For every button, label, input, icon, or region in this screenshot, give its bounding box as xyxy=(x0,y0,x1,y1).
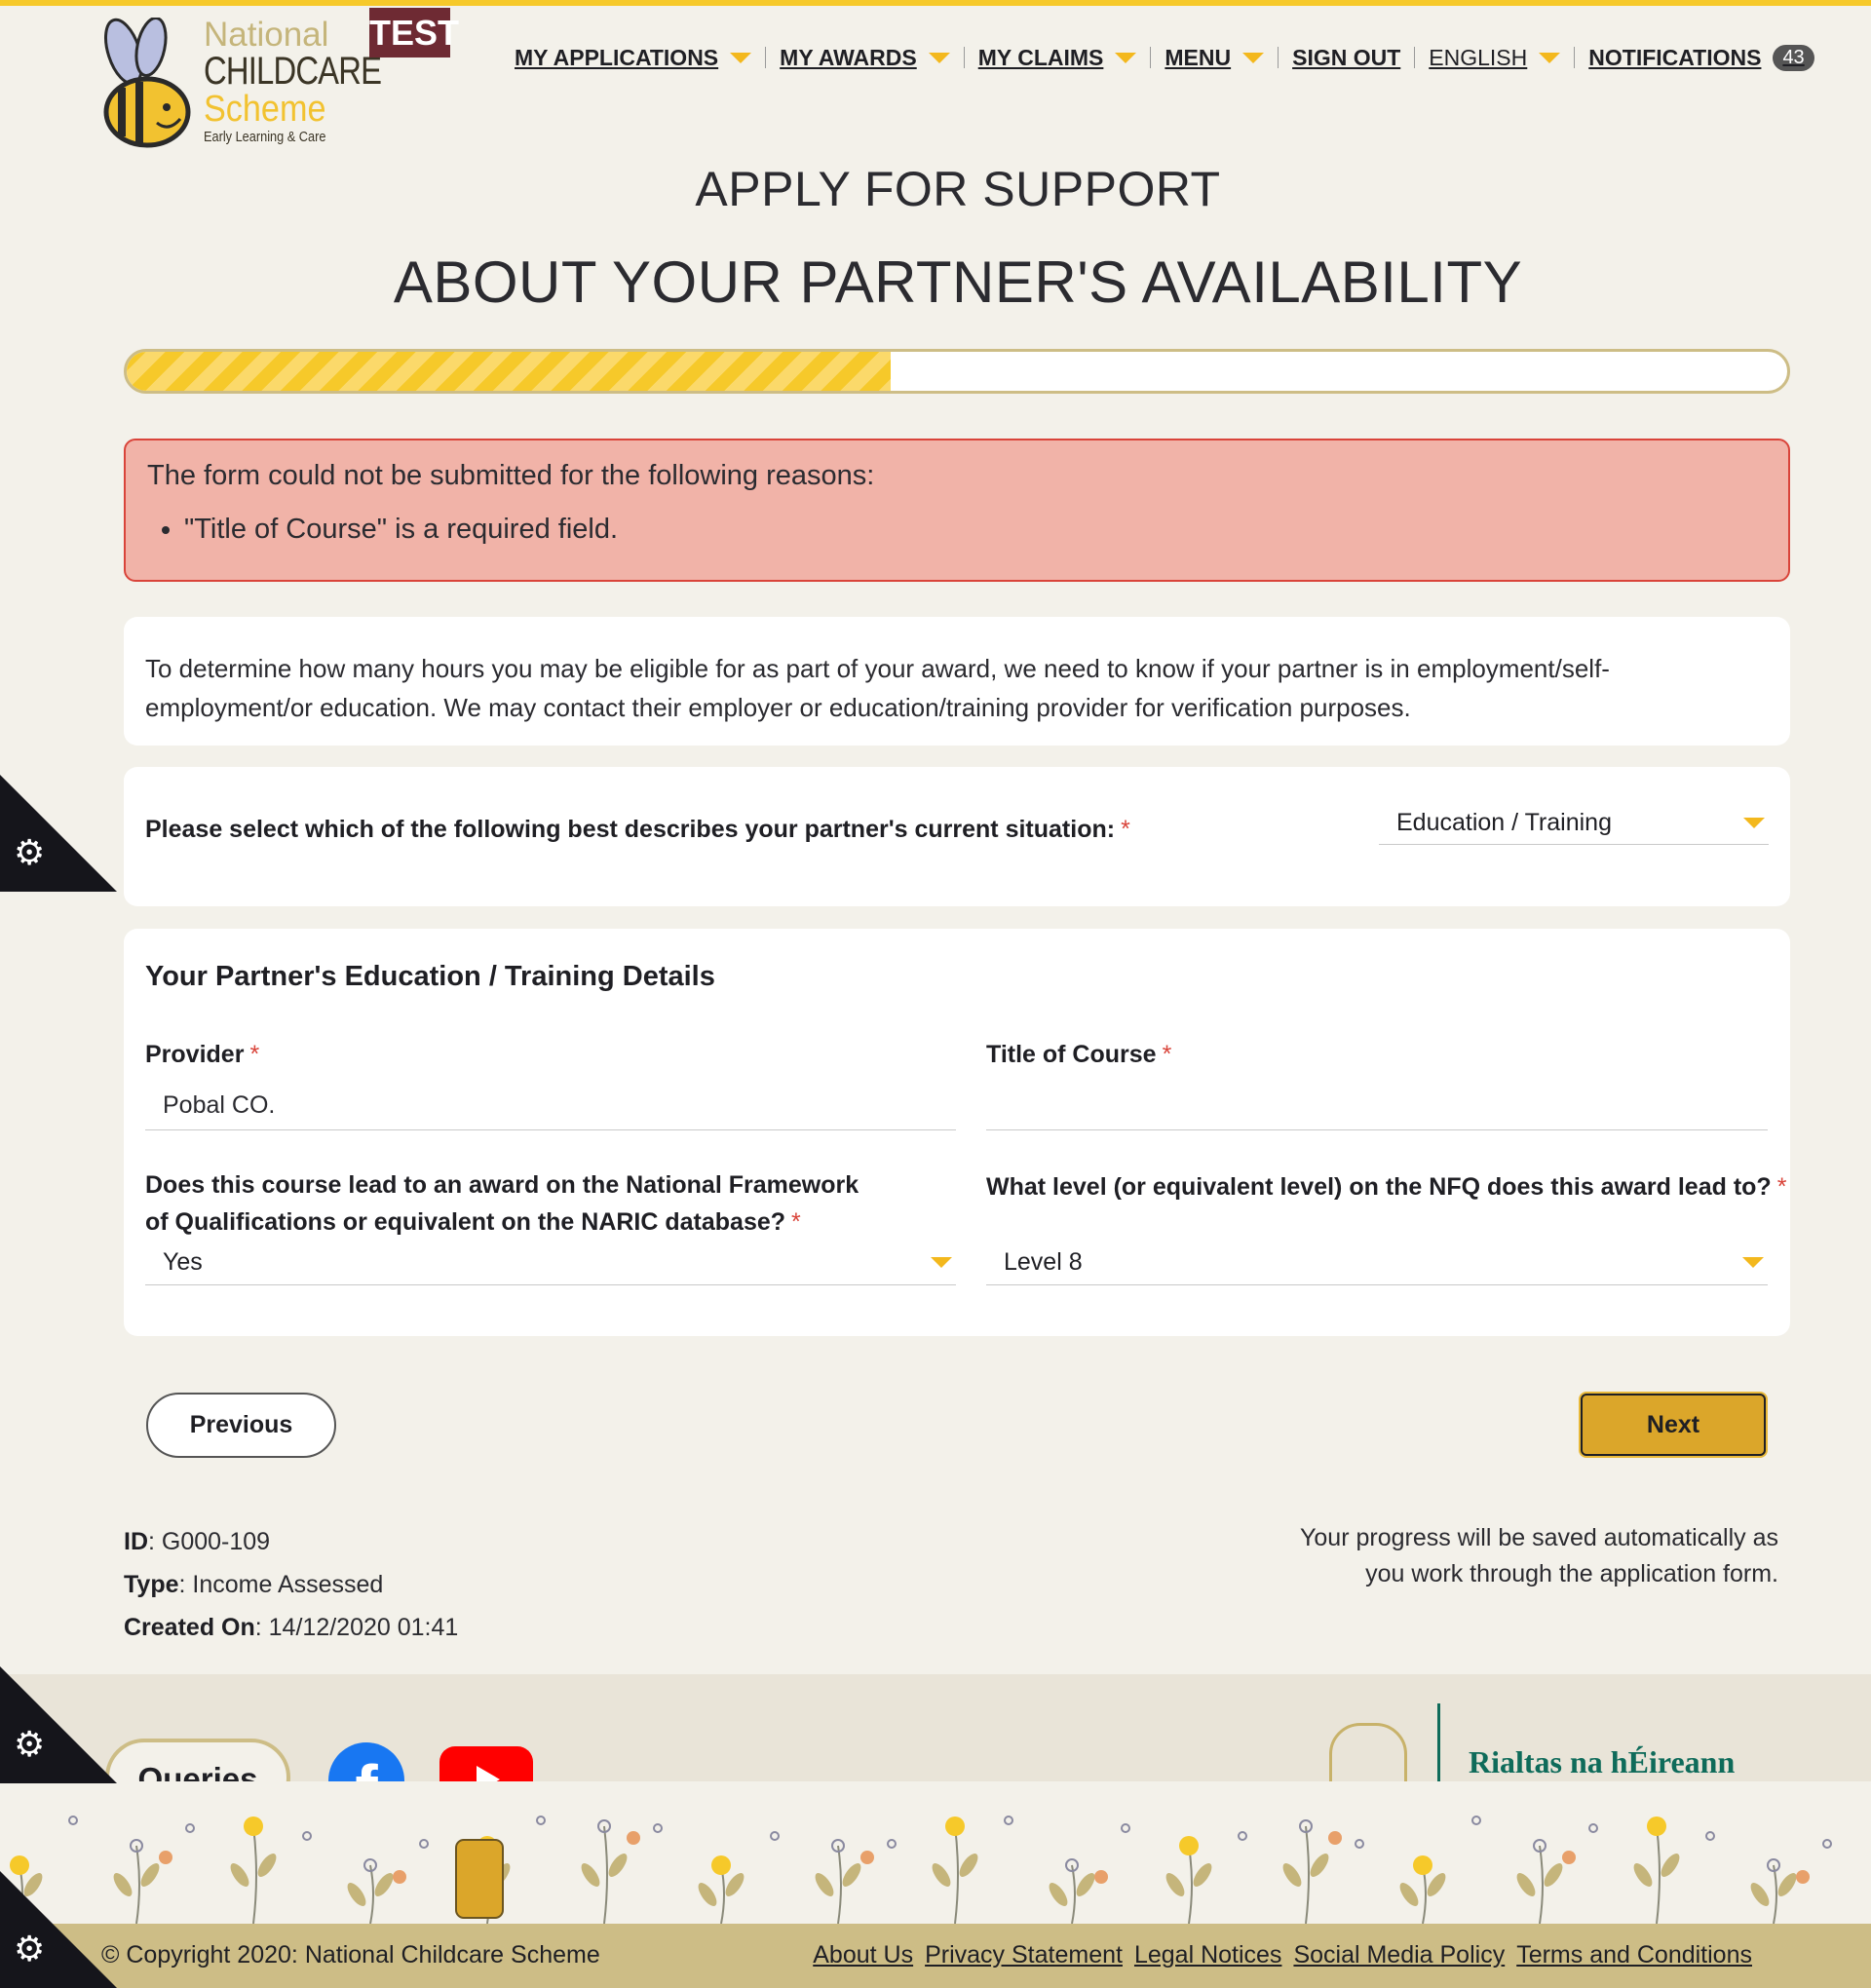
youtube-icon[interactable] xyxy=(439,1746,533,1781)
situation-select[interactable]: Education / Training xyxy=(1379,802,1769,845)
nav-divider xyxy=(963,47,965,68)
nav-language[interactable]: ENGLISH xyxy=(1429,45,1561,71)
nfq-level-label: What level (or equivalent level) on the … xyxy=(986,1173,1787,1201)
footer-link-legal-notices[interactable]: Legal Notices xyxy=(1134,1941,1281,1969)
progress-bar xyxy=(124,349,1790,394)
chevron-down-icon xyxy=(1539,52,1561,63)
gear-icon: ⚙ xyxy=(14,832,46,872)
flower-pattern-icon xyxy=(0,1816,1832,1924)
progress-bar-fill xyxy=(127,352,891,391)
gov-logo-divider xyxy=(1437,1703,1440,1781)
ncs-logo[interactable]: National CHILDCARE Scheme Early Learning… xyxy=(100,18,382,149)
top-accent-bar xyxy=(0,0,1871,6)
footer-band: Queries f Rialtas na hÉireann xyxy=(0,1674,1871,1781)
required-asterisk: * xyxy=(1162,1041,1172,1068)
education-details-card: Your Partner's Education / Training Deta… xyxy=(124,929,1790,1336)
application-id: ID: G000-109 xyxy=(124,1528,271,1555)
error-list: "Title of Course" is a required field. xyxy=(147,514,1767,546)
nfq-award-label: Does this course lead to an award on the… xyxy=(145,1171,859,1236)
nav-notifications[interactable]: NOTIFICATIONS 43 xyxy=(1588,44,1814,71)
government-of-ireland-logo: Rialtas na hÉireann xyxy=(1325,1703,1774,1781)
nav-menu[interactable]: MENU xyxy=(1165,45,1265,71)
accessibility-toggle[interactable]: ⚙ xyxy=(0,1871,117,1988)
nav-my-claims[interactable]: MY CLAIMS xyxy=(978,45,1137,71)
nav-divider xyxy=(1574,47,1576,68)
required-asterisk: * xyxy=(1776,1173,1787,1201)
chevron-down-icon xyxy=(1115,52,1137,63)
footer-link-social-media-policy[interactable]: Social Media Policy xyxy=(1293,1941,1505,1969)
queries-button[interactable]: Queries xyxy=(105,1739,290,1781)
intro-card: To determine how many hours you may be e… xyxy=(124,617,1790,746)
education-section-title: Your Partner's Education / Training Deta… xyxy=(145,961,715,992)
course-title-label: Title of Course * xyxy=(986,1041,1172,1068)
nav-my-applications[interactable]: MY APPLICATIONS xyxy=(515,45,752,71)
provider-label: Provider * xyxy=(145,1041,260,1068)
error-heading: The form could not be submitted for the … xyxy=(147,460,875,491)
situation-card: Please select which of the following bes… xyxy=(124,767,1790,906)
footer-link-about-us[interactable]: About Us xyxy=(813,1941,913,1969)
intro-text: To determine how many hours you may be e… xyxy=(145,654,1610,722)
footer-link-privacy-statement[interactable]: Privacy Statement xyxy=(925,1941,1123,1969)
course-title-input[interactable] xyxy=(986,1082,1768,1130)
step-title: ABOUT YOUR PARTNER'S AVAILABILITY xyxy=(393,249,1523,315)
nav-sign-out[interactable]: SIGN OUT xyxy=(1292,45,1400,71)
chevron-down-icon xyxy=(1242,52,1265,63)
nav-my-awards[interactable]: MY AWARDS xyxy=(780,45,950,71)
next-button[interactable]: Next xyxy=(1581,1394,1766,1456)
application-meta: ID: G000-109 Type: Income Assessed Creat… xyxy=(124,1520,458,1649)
page-title: APPLY FOR SUPPORT xyxy=(695,162,1221,216)
application-created: Created On: 14/12/2020 01:41 xyxy=(124,1614,459,1641)
application-type: Type: Income Assessed xyxy=(124,1571,384,1598)
facebook-icon[interactable]: f xyxy=(328,1742,404,1781)
chevron-down-icon xyxy=(928,52,950,63)
copyright-text: © Copyright 2020: National Childcare Sch… xyxy=(101,1941,600,1969)
required-asterisk: * xyxy=(1121,816,1130,843)
chevron-down-icon xyxy=(730,52,752,63)
nfq-award-select[interactable]: Yes xyxy=(145,1241,956,1285)
error-item[interactable]: "Title of Course" is a required field. xyxy=(184,514,1767,546)
required-asterisk: * xyxy=(249,1041,260,1068)
footer-links: About Us Privacy Statement Legal Notices… xyxy=(813,1941,1752,1969)
main-nav: MY APPLICATIONS MY AWARDS MY CLAIMS MENU… xyxy=(515,43,1814,72)
form-error-summary: The form could not be submitted for the … xyxy=(124,439,1790,582)
footer-bottom-bar: © Copyright 2020: National Childcare Sch… xyxy=(0,1924,1871,1988)
harp-icon xyxy=(1329,1723,1407,1781)
required-asterisk: * xyxy=(791,1208,801,1236)
bee-logo-icon xyxy=(103,18,191,148)
accessibility-toggle[interactable]: ⚙ xyxy=(0,775,117,892)
gear-icon: ⚙ xyxy=(14,1724,46,1764)
chevron-down-icon xyxy=(1742,1257,1764,1268)
flower-decoration xyxy=(0,1781,1871,1924)
nfq-level-select[interactable]: Level 8 xyxy=(986,1241,1768,1285)
previous-button[interactable]: Previous xyxy=(146,1393,336,1458)
gear-icon: ⚙ xyxy=(14,1929,46,1969)
accessibility-toggle[interactable]: ⚙ xyxy=(0,1666,117,1783)
situation-label: Please select which of the following bes… xyxy=(145,816,1130,843)
nav-divider xyxy=(1414,47,1416,68)
provider-input[interactable] xyxy=(145,1082,956,1130)
footer-link-terms-and-conditions[interactable]: Terms and Conditions xyxy=(1516,1941,1752,1969)
autosave-note: Your progress will be saved automaticall… xyxy=(1300,1524,1778,1587)
chevron-down-icon xyxy=(931,1257,952,1268)
nav-divider xyxy=(765,47,767,68)
chevron-down-icon xyxy=(1743,818,1765,828)
notifications-count-badge: 43 xyxy=(1773,44,1814,71)
nav-divider xyxy=(1150,47,1152,68)
env-test-badge: TEST xyxy=(369,8,459,57)
nav-divider xyxy=(1278,47,1279,68)
